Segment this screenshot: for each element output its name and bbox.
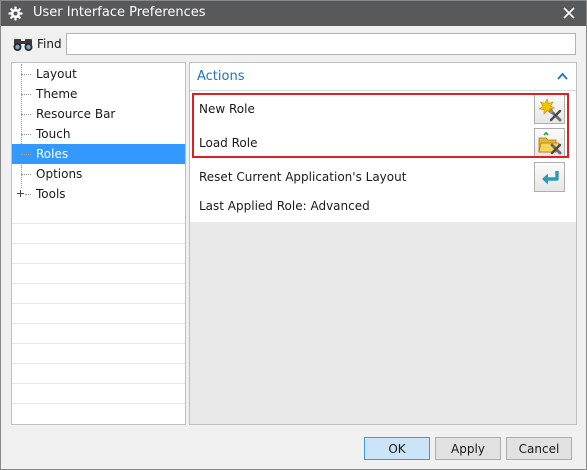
binoculars-icon xyxy=(12,36,36,52)
tree-item-tools[interactable]: Tools xyxy=(12,184,185,204)
find-label: Find xyxy=(37,37,62,51)
row-divider xyxy=(12,243,185,244)
apply-button[interactable]: Apply xyxy=(435,437,501,460)
tree-connector xyxy=(21,154,31,155)
row-divider xyxy=(12,323,185,324)
chevron-up-icon[interactable] xyxy=(557,72,568,80)
new-role-icon xyxy=(538,98,562,122)
title-bar[interactable]: User Interface Preferences xyxy=(1,1,586,26)
new-role-label: New Role xyxy=(199,102,255,116)
tree-connector xyxy=(21,174,31,175)
window-title: User Interface Preferences xyxy=(33,5,206,20)
find-bar: Find xyxy=(1,27,586,61)
tree-item-label: Theme xyxy=(36,87,78,101)
tree-item-options[interactable]: Options xyxy=(12,164,185,184)
gear-icon xyxy=(8,6,23,21)
preferences-dialog: User Interface Preferences Find Layout T… xyxy=(0,0,587,470)
tree-item-label: Resource Bar xyxy=(36,107,116,121)
category-tree[interactable]: Layout Theme Resource Bar Touch Roles Op… xyxy=(11,62,186,425)
row-divider xyxy=(12,303,185,304)
return-arrow-icon xyxy=(542,171,559,185)
row-divider xyxy=(12,383,185,384)
row-divider xyxy=(12,283,185,284)
tree-connector xyxy=(21,134,31,135)
find-input[interactable] xyxy=(66,33,576,55)
tree-connector xyxy=(21,74,31,75)
tree-connector xyxy=(21,114,31,115)
load-role-label: Load Role xyxy=(199,136,258,150)
tree-item-resource-bar[interactable]: Resource Bar xyxy=(12,104,185,124)
new-role-row: New Role xyxy=(190,93,576,125)
last-applied-role: Last Applied Role: Advanced xyxy=(199,199,370,213)
load-role-button[interactable] xyxy=(534,128,565,158)
tree-item-label: Tools xyxy=(36,187,66,201)
row-divider xyxy=(12,263,185,264)
row-divider xyxy=(12,403,185,404)
load-role-row: Load Role xyxy=(190,127,576,159)
close-button[interactable] xyxy=(552,1,586,26)
tree-item-label: Touch xyxy=(36,127,71,141)
tree-item-theme[interactable]: Theme xyxy=(12,84,185,104)
new-role-button[interactable] xyxy=(534,94,565,124)
expand-plus-icon[interactable] xyxy=(16,189,25,198)
reset-layout-row: Reset Current Application's Layout xyxy=(190,161,576,193)
settings-panel: Actions New Role Load Role Reset Current… xyxy=(189,62,577,425)
tree-item-touch[interactable]: Touch xyxy=(12,124,185,144)
section-title: Actions xyxy=(197,69,245,84)
row-divider xyxy=(12,343,185,344)
cancel-button[interactable]: Cancel xyxy=(506,437,572,460)
tree-connector xyxy=(21,94,31,95)
tree-item-label: Layout xyxy=(36,67,77,81)
reset-layout-button[interactable] xyxy=(534,162,565,192)
tree-item-label: Roles xyxy=(36,147,69,161)
row-divider xyxy=(12,223,185,224)
tree-item-layout[interactable]: Layout xyxy=(12,64,185,84)
row-divider xyxy=(12,363,185,364)
ok-button[interactable]: OK xyxy=(364,437,430,460)
tree-connector xyxy=(25,194,31,195)
tree-item-label: Options xyxy=(36,167,83,181)
actions-header[interactable]: Actions xyxy=(190,63,576,91)
folder-icon xyxy=(538,132,562,155)
tree-item-roles[interactable]: Roles xyxy=(12,144,185,164)
actions-section: Actions New Role Load Role Reset Current… xyxy=(190,63,576,222)
close-icon xyxy=(563,7,575,19)
reset-layout-label: Reset Current Application's Layout xyxy=(199,170,407,184)
